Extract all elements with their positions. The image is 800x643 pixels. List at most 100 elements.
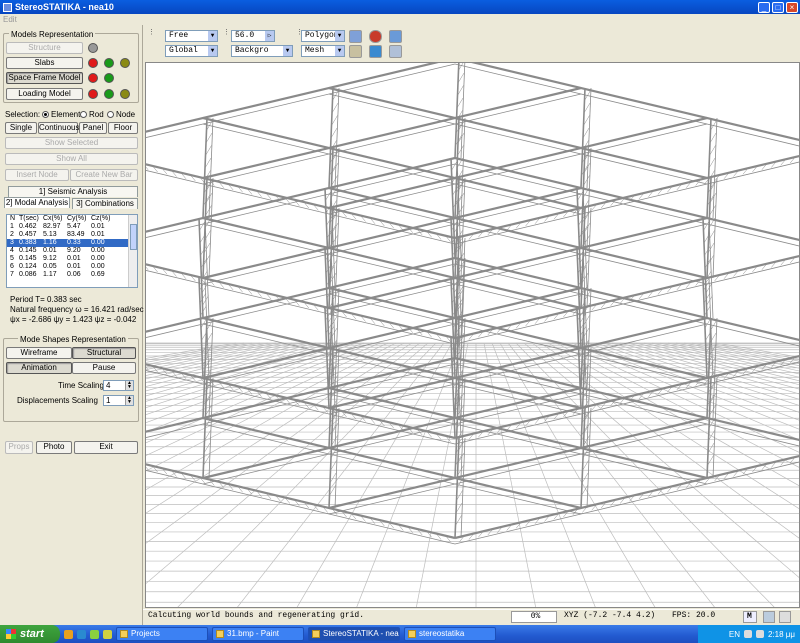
show-all-button[interactable]: Show All [5,153,138,165]
table-row[interactable]: 7 0.086 1.17 0.06 0.69 [7,271,137,279]
floppy-icon[interactable] [389,30,402,43]
clock[interactable]: 2:18 μμ [768,630,795,639]
polygon-select[interactable]: Polygon ▼ [301,30,345,42]
chevron-down-icon[interactable]: ▼ [208,31,217,41]
scroll-thumb[interactable] [130,224,137,250]
psi-text: ψx = -2.686 ψy = 1.423 ψz = -0.042 [10,315,137,324]
table-row[interactable]: 2 0.457 5.13 83.49 0.01 [7,231,137,239]
frame-green-icon[interactable] [104,73,114,83]
toolbar-grip-icon[interactable]: ⋮ [296,29,303,42]
folder-icon[interactable] [103,629,112,639]
loading-model-button[interactable]: Loading Model [6,88,83,100]
wireframe-button[interactable]: Wireframe [6,347,72,359]
play-icon[interactable]: ▷ [265,31,274,41]
exit-button[interactable]: Exit [74,441,138,454]
tab-seismic[interactable]: 1] Seismic Analysis [8,186,138,197]
table-row[interactable]: 5 0.145 9.12 0.01 0.00 [7,255,137,263]
close-button[interactable]: × [786,1,798,13]
animation-button[interactable]: Animation [6,362,72,374]
table-row[interactable]: 1 0.462 82.97 5.47 0.01 [7,223,137,231]
show-selected-button[interactable]: Show Selected [5,137,138,149]
ie-icon[interactable] [77,629,86,639]
network-icon[interactable] [743,630,752,638]
modal-table[interactable]: N T(sec) Cx(%) Cy(%) Cz(%) 1 0.462 82.97 5.… [6,214,138,288]
angle-input[interactable]: 56.0 ▷ [231,30,275,42]
menu-edit[interactable]: Edit [3,15,17,24]
table-cell: 0.01 [91,223,105,230]
chevron-down-icon[interactable]: ▼ [335,46,344,56]
loading-green-icon[interactable] [104,89,114,99]
window-icon[interactable] [763,611,775,623]
loading-olive-icon[interactable] [120,89,130,99]
volume-icon[interactable] [755,630,764,638]
props-button[interactable]: Props [5,441,33,454]
disp-scaling-spinner[interactable]: ▲ ▼ [125,396,133,405]
maximize-button[interactable]: □ [772,1,784,13]
loading-red-icon[interactable] [88,89,98,99]
node-radio[interactable] [107,111,114,118]
background-select[interactable]: Backgro ▼ [231,45,293,57]
status-bar: Calcuting world bounds and regenerating … [143,609,800,623]
insert-node-button[interactable]: Insert Node [5,169,69,181]
structure-button[interactable]: Structure [6,42,83,54]
taskbar-item[interactable]: stereostatika [404,627,496,641]
floor-button[interactable]: Floor [108,122,138,134]
structure-model-canvas[interactable] [146,63,800,608]
firefox-icon[interactable] [64,629,73,639]
start-button[interactable]: start [0,625,60,643]
time-scaling-input[interactable]: 4 ▲ ▼ [103,380,134,391]
structural-button[interactable]: Structural [72,347,136,359]
3d-viewport[interactable] [145,62,800,608]
cube-icon[interactable] [349,45,362,58]
taskbar-item[interactable]: StereoSTATIKA - nea10 [308,627,400,641]
windows-flag-icon [6,629,16,639]
chevron-down-icon[interactable]: ▼ [335,31,344,41]
pause-button[interactable]: Pause [72,362,136,374]
continuous-button[interactable]: Continuous [38,122,79,134]
element-radio[interactable] [42,111,49,118]
table-row[interactable]: 3 0.383 1.16 0.33 0.00 [7,239,137,247]
table-row[interactable]: 4 0.145 0.01 9.20 0.00 [7,247,137,255]
taskbar-item-label: Projects [131,629,160,638]
view-mode-select[interactable]: Free ▼ [165,30,218,42]
time-scaling-spinner[interactable]: ▲ ▼ [125,381,133,390]
photo-button[interactable]: Photo [36,441,72,454]
table-cell: 4 [10,247,14,254]
frame-red-icon[interactable] [88,73,98,83]
frequency-text: Natural frequency ω = 16.421 rad/sec [10,305,144,314]
tab-combinations[interactable]: 3] Combinations [72,198,138,209]
render-icon[interactable] [369,30,382,43]
minimize-button[interactable]: _ [758,1,770,13]
table-cell: 0.00 [91,263,105,270]
create-new-bar-button[interactable]: Create New Bar [70,169,138,181]
language-indicator[interactable]: EN [729,630,740,639]
table-scrollbar[interactable] [128,215,137,287]
chevron-down-icon[interactable]: ▼ [283,46,292,56]
slabs-button[interactable]: Slabs [6,57,83,69]
panel-button[interactable]: Panel [79,122,107,134]
rod-radio[interactable] [80,111,87,118]
structure-status-icon[interactable] [88,43,98,53]
coord-system-select[interactable]: Global ▼ [165,45,218,57]
table-row[interactable]: 6 0.124 0.05 0.01 0.00 [7,263,137,271]
tab-modal[interactable]: 2] Modal Analysis [4,197,70,208]
print-icon[interactable] [389,45,402,58]
mesh-select[interactable]: Mesh ▼ [301,45,345,57]
slabs-green-icon[interactable] [104,58,114,68]
media-icon[interactable] [90,629,99,639]
toolbar-grip-icon[interactable]: ⋮ [223,29,230,42]
taskbar-item[interactable]: Projects [116,627,208,641]
help-icon[interactable] [779,611,791,623]
slabs-olive-icon[interactable] [120,58,130,68]
camera-icon[interactable] [369,45,382,58]
space-frame-button[interactable]: Space Frame Model [6,72,83,84]
toolbar-grip-icon[interactable]: ⋮ [148,29,155,42]
disp-scaling-input[interactable]: 1 ▲ ▼ [103,395,134,406]
single-button[interactable]: Single [5,122,37,134]
m-button[interactable]: M [743,611,757,623]
slabs-red-icon[interactable] [88,58,98,68]
taskbar-item[interactable]: 31.bmp - Paint [212,627,304,641]
grid-icon[interactable] [349,30,362,43]
chevron-down-icon[interactable]: ▼ [208,46,217,56]
table-cell: 0.00 [91,247,105,254]
